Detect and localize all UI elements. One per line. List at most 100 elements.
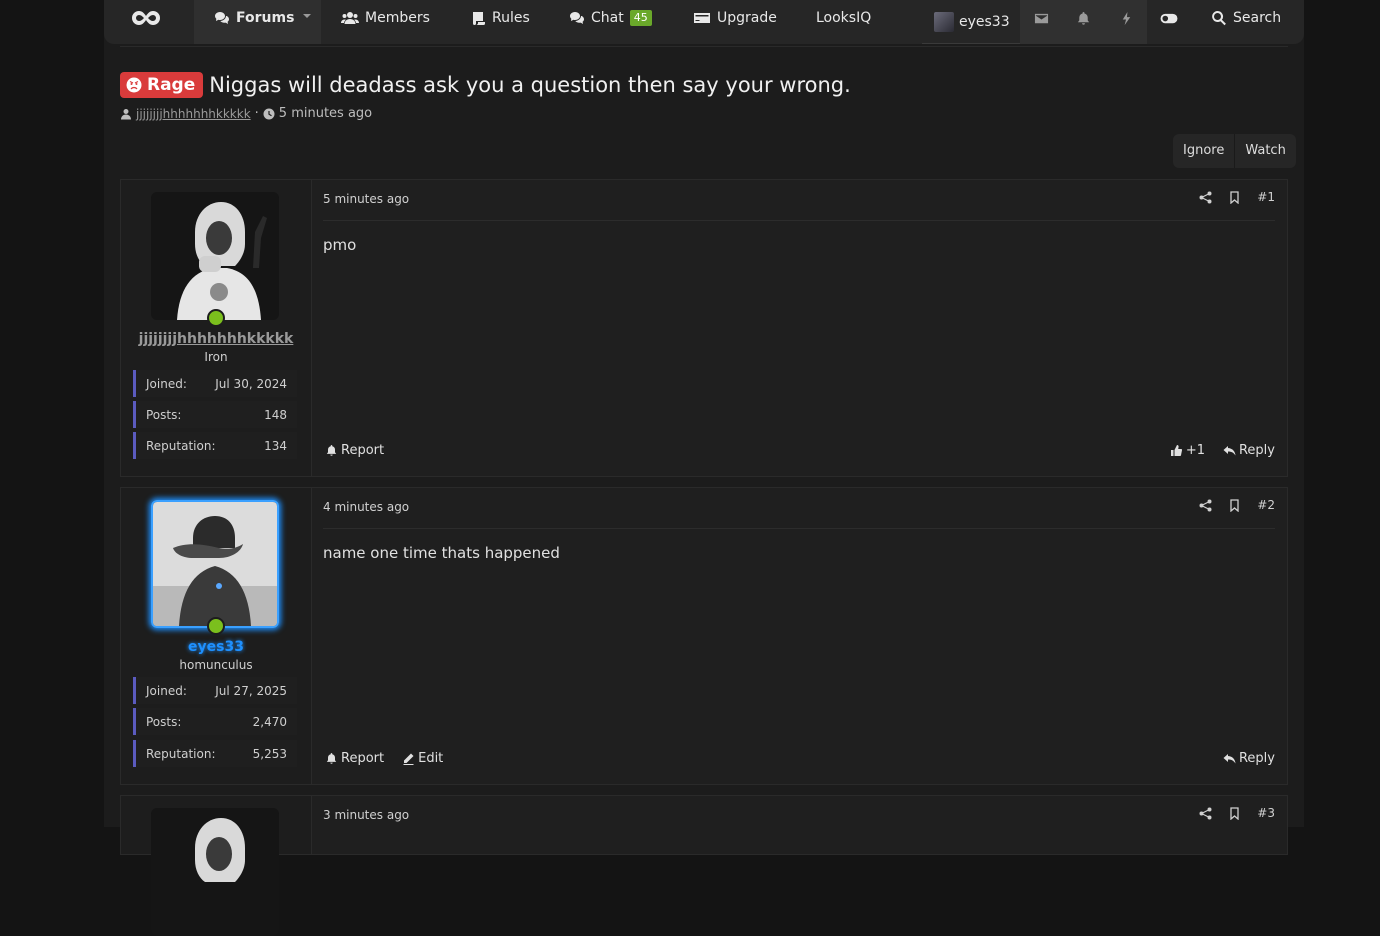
bookmark-icon[interactable] (1228, 498, 1241, 512)
theme-toggle[interactable] (1148, 0, 1190, 36)
nav-upgrade[interactable]: Upgrade (693, 0, 777, 36)
post-timestamp[interactable]: 4 minutes ago (323, 500, 409, 514)
account-username: eyes33 (959, 13, 1010, 30)
thread-author-link[interactable]: jjjjjjjjhhhhhhhkkkkk (136, 107, 251, 121)
post-user-panel (121, 796, 312, 936)
nav-members[interactable]: Members (341, 0, 430, 36)
like-button[interactable]: +1 (1170, 443, 1205, 458)
chat-count-badge: 45 (629, 10, 652, 26)
post-actions: Report Edit (325, 751, 443, 766)
reply-label: Reply (1238, 443, 1275, 458)
chat-icon (570, 12, 584, 24)
site-logo-icon[interactable] (130, 6, 162, 30)
post-number[interactable]: #3 (1257, 806, 1275, 820)
user-icon (121, 108, 131, 119)
stat-value: Jul 30, 2024 (215, 376, 287, 391)
post-actions: Report (325, 443, 384, 458)
inbox-button[interactable] (1020, 0, 1062, 36)
online-status-dot (207, 309, 225, 327)
post-1: jjjjjjjjhhhhhhhkkkkk Iron Joined: Jul 30… (120, 179, 1288, 477)
nav-chat-label: Chat (591, 10, 624, 26)
scroll-icon (473, 12, 485, 25)
top-nav: Forums Members Rules Chat 45 Upgrade Loo… (104, 0, 1304, 44)
avatar (934, 11, 954, 32)
comments-icon (215, 12, 229, 24)
report-button[interactable]: Report (325, 751, 384, 766)
reply-button[interactable]: Reply (1223, 751, 1275, 766)
online-status-dot (207, 617, 225, 635)
angry-face-icon (126, 77, 142, 93)
stat-posts: Posts: 2,470 (133, 708, 297, 735)
reply-icon (1223, 446, 1236, 456)
bookmark-icon[interactable] (1228, 190, 1241, 204)
thread-title-row: Rage Niggas will deadass ask you a quest… (120, 72, 851, 98)
divider (120, 46, 1288, 47)
divider (323, 528, 1275, 529)
share-icon[interactable] (1199, 807, 1212, 820)
bookmark-icon[interactable] (1228, 806, 1241, 820)
stat-value: 2,470 (252, 714, 287, 729)
post-tools: #1 (1199, 190, 1275, 204)
stat-joined: Joined: Jul 27, 2025 (133, 677, 297, 704)
stat-posts: Posts: 148 (133, 401, 297, 428)
search-label: Search (1233, 10, 1282, 26)
reply-button[interactable]: Reply (1223, 443, 1275, 458)
thread-prefix[interactable]: Rage (120, 72, 204, 98)
report-label: Report (341, 751, 385, 766)
edit-button[interactable]: Edit (402, 751, 443, 766)
ignore-button[interactable]: Ignore (1173, 134, 1234, 168)
post-username[interactable]: jjjjjjjjhhhhhhhkkkkk (121, 331, 311, 347)
bell-icon (1077, 11, 1089, 25)
stat-reputation: Reputation: 134 (133, 432, 297, 459)
credit-card-icon (694, 13, 710, 23)
stat-reputation: Reputation: 5,253 (133, 740, 297, 767)
search-button[interactable]: Search (1211, 0, 1281, 36)
avatar[interactable] (151, 192, 279, 320)
toggle-icon (1160, 13, 1178, 23)
post-timestamp[interactable]: 3 minutes ago (323, 808, 409, 822)
avatar-image (151, 192, 279, 320)
divider (323, 220, 1275, 221)
thread-prefix-label: Rage (147, 75, 196, 95)
stat-label: Reputation: (146, 438, 216, 453)
page-title: Niggas will deadass ask you a question t… (209, 73, 851, 97)
nav-looksiq[interactable]: LooksIQ (816, 0, 871, 36)
nav-rules[interactable]: Rules (470, 0, 530, 36)
share-icon[interactable] (1199, 191, 1212, 204)
post-username[interactable]: eyes33 (121, 639, 311, 655)
thumbs-up-icon (1170, 445, 1182, 457)
alerts-button[interactable] (1062, 0, 1104, 36)
chevron-down-icon[interactable] (301, 10, 313, 22)
thread-time[interactable]: 5 minutes ago (279, 106, 372, 121)
post-tools: #3 (1199, 806, 1275, 820)
report-button[interactable]: Report (325, 443, 384, 458)
post-number[interactable]: #2 (1257, 498, 1275, 512)
envelope-icon (1034, 13, 1048, 23)
post-main: 4 minutes ago #2 name one time thats hap… (311, 488, 1287, 784)
stat-label: Reputation: (146, 746, 216, 761)
reply-icon (1223, 754, 1236, 764)
stat-joined: Joined: Jul 30, 2024 (133, 370, 297, 397)
watch-button[interactable]: Watch (1234, 134, 1295, 168)
nav-forums[interactable]: Forums (214, 0, 294, 36)
post-number[interactable]: #1 (1257, 190, 1275, 204)
page: Forums Members Rules Chat 45 Upgrade Loo… (104, 0, 1304, 936)
thread-meta: jjjjjjjjhhhhhhhkkkkk · 5 minutes ago (120, 106, 372, 121)
avatar[interactable] (151, 808, 279, 936)
share-icon[interactable] (1199, 499, 1212, 512)
thread-action-buttons: Ignore Watch (1173, 134, 1296, 168)
post-main: 5 minutes ago #1 pmo Report +1 Reply (311, 180, 1287, 476)
avatar[interactable] (151, 500, 279, 628)
stat-value: 148 (264, 407, 287, 422)
stat-label: Joined: (146, 376, 187, 391)
activity-button[interactable] (1105, 0, 1147, 36)
post-body: pmo (323, 236, 357, 254)
nav-chat[interactable]: Chat 45 (569, 0, 652, 36)
post-reactions: +1 Reply (1170, 443, 1275, 458)
bell-icon (326, 753, 337, 764)
user-rank: homunculus (179, 658, 253, 672)
search-icon (1212, 11, 1226, 26)
post-timestamp[interactable]: 5 minutes ago (323, 192, 409, 206)
meta-separator: · (254, 106, 259, 121)
account-menu[interactable]: eyes33 (922, 0, 1020, 44)
